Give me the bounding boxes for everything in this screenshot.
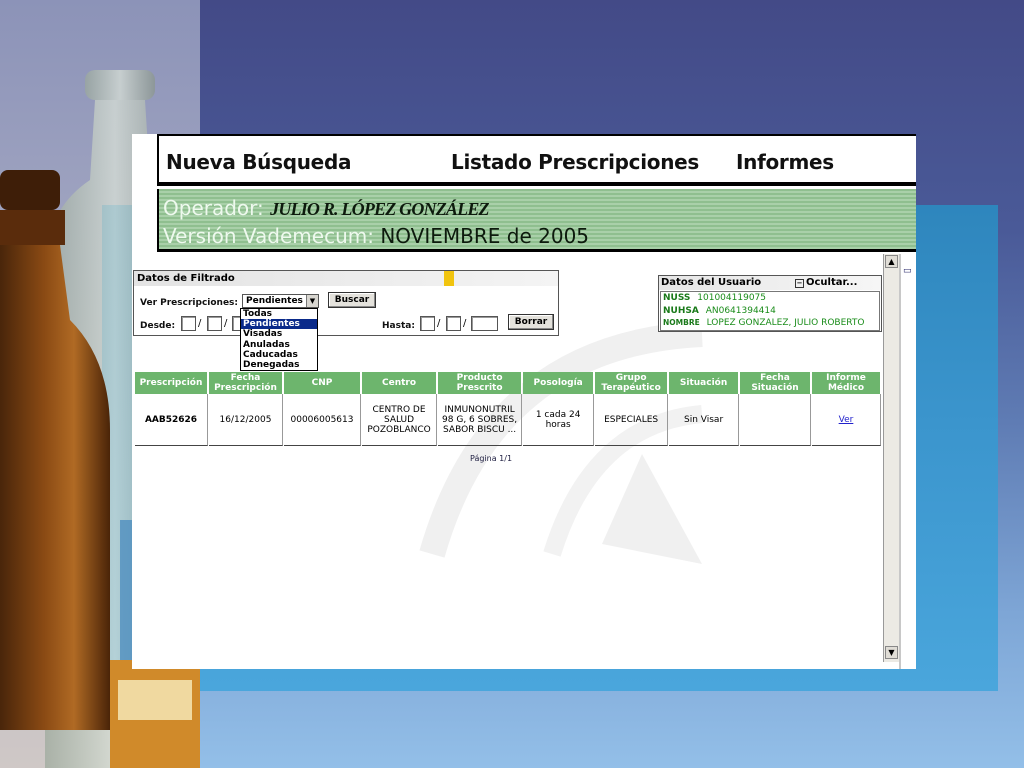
cell-situacion: Sin Visar bbox=[669, 394, 740, 446]
nuhsa-row: NUHSA AN0641394414 bbox=[663, 305, 879, 318]
nuss-label: NUSS bbox=[663, 293, 691, 303]
cell-centro: CENTRO DE SALUD POZOBLANCO bbox=[362, 394, 438, 446]
nuss-value: 101004119075 bbox=[697, 293, 766, 303]
cell-producto: INMUNONUTRIL 98 G, 6 SOBRES, SABOR BISCU… bbox=[438, 394, 523, 446]
column-header: Situación bbox=[669, 372, 740, 394]
nombre-label: NOMBRE bbox=[663, 318, 700, 327]
date-separator: / bbox=[463, 318, 467, 329]
hide-user-panel-button[interactable]: − Ocultar... bbox=[795, 276, 857, 290]
edge-marker: ▭ bbox=[903, 266, 912, 276]
top-navigation: Nueva Búsqueda Listado Prescripciones In… bbox=[157, 134, 916, 186]
dropdown-option-visadas[interactable]: Visadas bbox=[241, 329, 317, 339]
user-panel-body: NUSS 101004119075 NUHSA AN0641394414 NOM… bbox=[660, 291, 880, 331]
pagination-label: Página 1/1 bbox=[470, 454, 513, 463]
column-header: Prescripción bbox=[135, 372, 208, 394]
version-value: NOVIEMBRE de 2005 bbox=[380, 224, 590, 248]
prescripciones-select-value: Pendientes bbox=[246, 296, 303, 306]
nombre-value: LOPEZ GONZALEZ, JULIO ROBERTO bbox=[706, 318, 865, 328]
filter-panel: Datos de Filtrado Ver Prescripciones: Pe… bbox=[133, 270, 559, 336]
hasta-label: Hasta: bbox=[382, 321, 415, 331]
cell-fecha-situacion bbox=[740, 394, 811, 446]
dropdown-option-caducadas[interactable]: Caducadas bbox=[241, 350, 317, 360]
vertical-scrollbar[interactable]: ▲ ▼ bbox=[883, 254, 899, 662]
dropdown-option-anuladas[interactable]: Anuladas bbox=[241, 340, 317, 350]
prescripciones-select[interactable]: Pendientes ▼ bbox=[242, 294, 319, 308]
date-separator: / bbox=[224, 318, 228, 329]
hasta-day-input[interactable] bbox=[420, 316, 435, 331]
cell-prescripcion: AAB52626 bbox=[135, 394, 208, 446]
hide-label: Ocultar... bbox=[806, 277, 858, 288]
nombre-row: NOMBRE LOPEZ GONZALEZ, JULIO ROBERTO bbox=[663, 317, 879, 330]
cell-informe: Ver bbox=[812, 394, 881, 446]
cell-fecha: 16/12/2005 bbox=[208, 394, 283, 446]
column-header: Centro bbox=[362, 372, 438, 394]
column-header: Fecha Prescripción bbox=[208, 372, 283, 394]
cell-posologia: 1 cada 24 horas bbox=[523, 394, 595, 446]
desde-day-input[interactable] bbox=[181, 316, 196, 331]
version-line: Versión Vademecum: NOVIEMBRE de 2005 bbox=[163, 224, 589, 248]
nuhsa-label: NUHSA bbox=[663, 305, 699, 316]
desde-label: Desde: bbox=[140, 321, 176, 331]
hasta-year-input[interactable] bbox=[471, 316, 498, 331]
version-label: Versión Vademecum: bbox=[163, 224, 374, 248]
column-header: Posología bbox=[523, 372, 595, 394]
dropdown-option-pendientes[interactable]: Pendientes bbox=[241, 319, 317, 330]
column-header: Fecha Situación bbox=[740, 372, 811, 394]
scroll-down-icon[interactable]: ▼ bbox=[885, 646, 898, 659]
operator-line: Operador: JULIO R. LÓPEZ GONZÁLEZ bbox=[163, 196, 490, 220]
ver-prescripciones-label: Ver Prescripciones: bbox=[140, 298, 239, 308]
prescripciones-dropdown-list[interactable]: Todas Pendientes Visadas Anuladas Caduca… bbox=[240, 308, 318, 371]
dropdown-option-todas[interactable]: Todas bbox=[241, 309, 317, 319]
hasta-month-input[interactable] bbox=[446, 316, 461, 331]
nav-listado-prescripciones[interactable]: Listado Prescripciones bbox=[451, 150, 699, 174]
column-header: CNP bbox=[283, 372, 362, 394]
date-separator: / bbox=[437, 318, 441, 329]
column-header: Producto Prescrito bbox=[438, 372, 523, 394]
date-separator: / bbox=[198, 318, 202, 329]
dropdown-option-denegadas[interactable]: Denegadas bbox=[241, 360, 317, 370]
table-header-row: Prescripción Fecha Prescripción CNP Cent… bbox=[135, 372, 881, 394]
column-header: Grupo Terapéutico bbox=[595, 372, 669, 394]
desde-month-input[interactable] bbox=[207, 316, 222, 331]
prescriptions-table: Prescripción Fecha Prescripción CNP Cent… bbox=[134, 372, 882, 446]
scroll-up-icon[interactable]: ▲ bbox=[885, 255, 898, 268]
operator-bar: Operador: JULIO R. LÓPEZ GONZÁLEZ Versió… bbox=[157, 189, 916, 252]
nuss-row: NUSS 101004119075 bbox=[663, 292, 879, 305]
user-panel-title: Datos del Usuario − Ocultar... bbox=[659, 276, 881, 290]
column-header: Informe Médico bbox=[812, 372, 881, 394]
filter-title-accent bbox=[444, 271, 454, 286]
buscar-button[interactable]: Buscar bbox=[328, 292, 376, 308]
user-title-text: Datos del Usuario bbox=[661, 277, 762, 288]
user-data-panel: Datos del Usuario − Ocultar... NUSS 10100… bbox=[658, 275, 882, 332]
table-row[interactable]: AAB52626 16/12/2005 00006005613 CENTRO D… bbox=[135, 394, 881, 446]
nav-informes[interactable]: Informes bbox=[736, 150, 834, 174]
nav-nueva-busqueda[interactable]: Nueva Búsqueda bbox=[166, 150, 351, 174]
app-window: Nueva Búsqueda Listado Prescripciones In… bbox=[132, 134, 916, 669]
filter-title-text: Datos de Filtrado bbox=[137, 273, 235, 284]
ver-informe-link[interactable]: Ver bbox=[839, 415, 854, 425]
brown-bottle-illustration bbox=[0, 170, 110, 730]
minus-icon: − bbox=[795, 279, 804, 288]
chevron-down-icon[interactable]: ▼ bbox=[306, 295, 318, 307]
borrar-button[interactable]: Borrar bbox=[508, 314, 554, 330]
cell-grupo: ESPECIALES bbox=[595, 394, 669, 446]
operator-label: Operador: bbox=[163, 196, 264, 220]
filter-panel-title: Datos de Filtrado bbox=[134, 271, 558, 286]
cell-cnp: 00006005613 bbox=[283, 394, 362, 446]
operator-name: JULIO R. LÓPEZ GONZÁLEZ bbox=[270, 199, 489, 219]
nuhsa-value: AN0641394414 bbox=[705, 305, 776, 316]
window-right-edge: ▭ bbox=[899, 254, 916, 669]
